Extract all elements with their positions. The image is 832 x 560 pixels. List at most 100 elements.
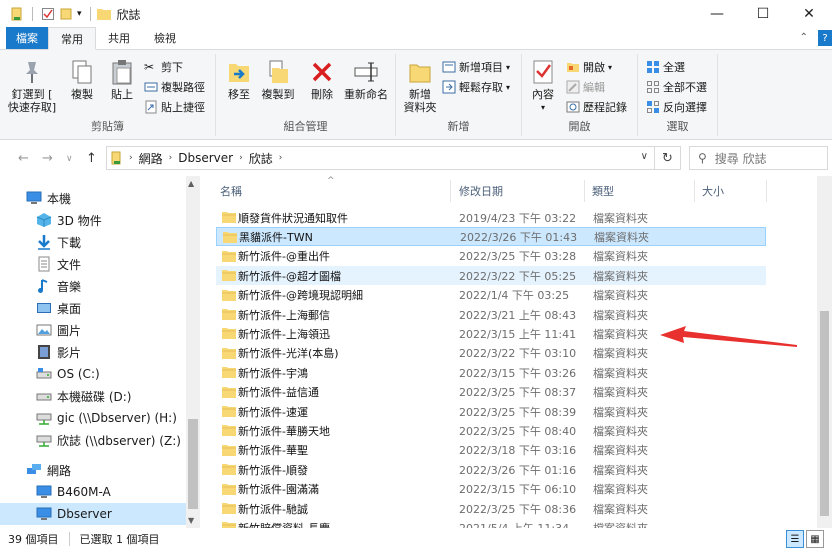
ribbon-collapse-icon[interactable]: ⌃ xyxy=(800,32,808,43)
recent-locations-icon[interactable]: ∨ xyxy=(66,154,73,164)
minimize-button[interactable]: — xyxy=(694,0,740,28)
file-row[interactable]: 新竹派件-上海郵信 2022/3/21 上午 08:43 檔案資料夾 xyxy=(216,305,766,324)
file-row[interactable]: 新竹派件-園滿滿 2022/3/15 下午 06:10 檔案資料夾 xyxy=(216,480,766,499)
edit-button[interactable]: 編輯 xyxy=(566,78,605,96)
file-list-scrollbar[interactable] xyxy=(817,176,832,528)
paste-shortcut-button[interactable]: 貼上捷徑 xyxy=(144,98,205,116)
file-row[interactable]: 黑貓派件-TWN 2022/3/26 下午 01:43 檔案資料夾 xyxy=(216,227,766,247)
file-row[interactable]: 新竹派件-馳誠 2022/3/25 下午 08:36 檔案資料夾 xyxy=(216,499,766,518)
file-row[interactable]: 新竹賠償資料-長慶 2021/5/4 上午 11:34 檔案資料夾 xyxy=(216,518,766,528)
file-row[interactable]: 新竹派件-@重出件 2022/3/25 下午 03:28 檔案資料夾 xyxy=(216,247,766,266)
nav-item-this-pc[interactable]: 本機 xyxy=(0,187,186,209)
new-item-button[interactable]: 新增項目 ▾ xyxy=(442,58,510,76)
invert-selection-button[interactable]: 反向選擇 xyxy=(646,98,707,116)
refresh-icon[interactable]: ↻ xyxy=(654,147,680,169)
rename-button[interactable]: 重新命名 xyxy=(342,58,390,101)
column-header-size[interactable]: 大小 xyxy=(702,180,724,202)
nav-item-drive-h[interactable]: gic (\\Dbserver) (H:) xyxy=(0,407,186,429)
file-row[interactable]: 新竹派件-華聖 2022/3/18 下午 03:16 檔案資料夾 xyxy=(216,441,766,460)
paste-button[interactable]: 貼上 xyxy=(104,58,140,101)
file-row[interactable]: 順發貨件狀況通知取件 2019/4/23 下午 03:22 檔案資料夾 xyxy=(216,208,766,227)
open-button[interactable]: 開啟 ▾ xyxy=(566,58,612,76)
scroll-up-icon[interactable]: ▲ xyxy=(188,179,194,188)
copy-path-button[interactable]: 複製路徑 xyxy=(144,78,205,96)
file-row[interactable]: 新竹派件-速運 2022/3/25 下午 08:39 檔案資料夾 xyxy=(216,402,766,421)
nav-item-3d-objects[interactable]: 3D 物件 xyxy=(0,209,186,231)
forward-arrow-icon[interactable]: → xyxy=(42,151,53,166)
network-drive-icon xyxy=(36,413,52,425)
properties-button[interactable]: 內容 ▾ xyxy=(528,58,558,114)
scroll-down-icon[interactable]: ▼ xyxy=(188,516,194,525)
folder-icon xyxy=(222,270,236,282)
file-list-scroll-thumb[interactable] xyxy=(820,311,829,516)
up-arrow-icon[interactable]: ↑ xyxy=(86,151,97,166)
pin-label: 釘選到 [ 快速存取] xyxy=(7,88,57,114)
customize-quick-access-icon[interactable]: ▾ xyxy=(77,9,82,19)
nav-item-downloads[interactable]: 下載 xyxy=(0,231,186,253)
new-folder-button[interactable]: 新增 資料夾 xyxy=(400,58,440,114)
file-row[interactable]: 新竹派件-@超才圖檔 2022/3/22 下午 05:25 檔案資料夾 xyxy=(216,266,766,286)
move-to-button[interactable]: 移至 xyxy=(224,58,254,101)
breadcrumb-dbserver[interactable]: Dbserver xyxy=(178,151,233,165)
nav-item-desktop[interactable]: 桌面 xyxy=(0,297,186,319)
column-separator[interactable] xyxy=(450,180,451,202)
select-all-button[interactable]: 全選 xyxy=(646,58,685,76)
nav-item-videos[interactable]: 影片 xyxy=(0,341,186,363)
help-icon[interactable]: ? xyxy=(818,30,832,46)
nav-item-pictures[interactable]: 圖片 xyxy=(0,319,186,341)
copy-to-button[interactable]: 複製到 xyxy=(258,58,298,101)
properties-quick-icon[interactable] xyxy=(41,7,55,21)
nav-item-drive-d[interactable]: 本機磁碟 (D:) xyxy=(0,385,186,407)
file-row[interactable]: 新竹派件-光洋(本島) 2022/3/22 下午 03:10 檔案資料夾 xyxy=(216,344,766,363)
back-arrow-icon[interactable]: ← xyxy=(18,151,29,166)
file-row[interactable]: 新竹派件-益信通 2022/3/25 下午 08:37 檔案資料夾 xyxy=(216,383,766,402)
tab-file[interactable]: 檔案 xyxy=(6,27,48,49)
tab-view[interactable]: 檢視 xyxy=(142,27,188,49)
tab-home[interactable]: 常用 xyxy=(48,27,96,50)
file-row[interactable]: 新竹派件-@跨境現認明細 2022/1/4 下午 03:25 檔案資料夾 xyxy=(216,286,766,305)
organize-group-label: 組合管理 xyxy=(283,120,328,133)
file-row[interactable]: 新竹派件-順發 2022/3/26 下午 01:16 檔案資料夾 xyxy=(216,460,766,479)
copy-button[interactable]: 複製 xyxy=(64,58,100,101)
history-button[interactable]: 歷程記錄 xyxy=(566,98,627,116)
select-none-button[interactable]: 全部不選 xyxy=(646,78,707,96)
address-bar[interactable]: › 網路 › Dbserver › 欣誌 › ∨ ↻ xyxy=(106,146,681,170)
nav-item-drive-z[interactable]: 欣誌 (\\dbserver) (Z:) xyxy=(0,429,186,451)
column-header-type[interactable]: 類型 xyxy=(592,180,614,202)
nav-scroll-thumb[interactable] xyxy=(188,419,198,509)
nav-item-drive-c[interactable]: OS (C:) xyxy=(0,363,186,385)
file-type: 檔案資料夾 xyxy=(593,366,648,380)
tab-share[interactable]: 共用 xyxy=(96,27,142,49)
file-row[interactable]: 新竹派件-宇鴻 2022/3/15 下午 03:26 檔案資料夾 xyxy=(216,363,766,382)
column-separator[interactable] xyxy=(694,180,695,202)
nav-item-music[interactable]: 音樂 xyxy=(0,275,186,297)
easy-access-button[interactable]: 輕鬆存取 ▾ xyxy=(442,78,510,96)
column-separator[interactable] xyxy=(766,180,767,202)
details-view-icon[interactable]: ☰ xyxy=(786,530,804,548)
close-button[interactable]: ✕ xyxy=(786,0,832,28)
file-row[interactable]: 新竹派件-上海領迅 2022/3/15 上午 11:41 檔案資料夾 xyxy=(216,324,766,343)
nav-label: 圖片 xyxy=(57,323,82,338)
breadcrumb-network[interactable]: 網路 xyxy=(139,150,163,167)
nav-item-b460m[interactable]: B460M-A xyxy=(0,481,186,503)
column-header-date[interactable]: 修改日期 xyxy=(459,180,503,202)
nav-item-documents[interactable]: 文件 xyxy=(0,253,186,275)
search-input[interactable]: ⚲ 搜尋 欣誌 xyxy=(689,146,828,170)
file-type: 檔案資料夾 xyxy=(593,308,648,322)
pin-quick-access-button[interactable]: 釘選到 [ 快速存取] xyxy=(6,58,58,114)
column-separator[interactable] xyxy=(584,180,585,202)
cut-button[interactable]: ✂ 剪下 xyxy=(144,58,183,76)
large-icons-view-icon[interactable]: ▦ xyxy=(806,530,824,548)
new-folder-quick-icon[interactable] xyxy=(59,7,73,21)
file-row[interactable]: 新竹派件-華勝天地 2022/3/25 下午 08:40 檔案資料夾 xyxy=(216,421,766,440)
column-header-name[interactable]: 名稱 xyxy=(220,180,242,202)
maximize-button[interactable]: ☐ xyxy=(740,0,786,28)
nav-item-network[interactable]: 網路 xyxy=(0,459,186,481)
nav-item-dbserver[interactable]: Dbserver xyxy=(0,503,186,525)
delete-button[interactable]: 刪除 xyxy=(308,58,336,101)
address-dropdown-icon[interactable]: ∨ xyxy=(641,151,648,162)
pin-icon xyxy=(26,62,38,83)
file-type: 檔案資料夾 xyxy=(594,230,649,244)
breadcrumb-current[interactable]: 欣誌 xyxy=(249,150,273,167)
nav-scrollbar[interactable]: ▲ ▼ xyxy=(186,176,200,528)
